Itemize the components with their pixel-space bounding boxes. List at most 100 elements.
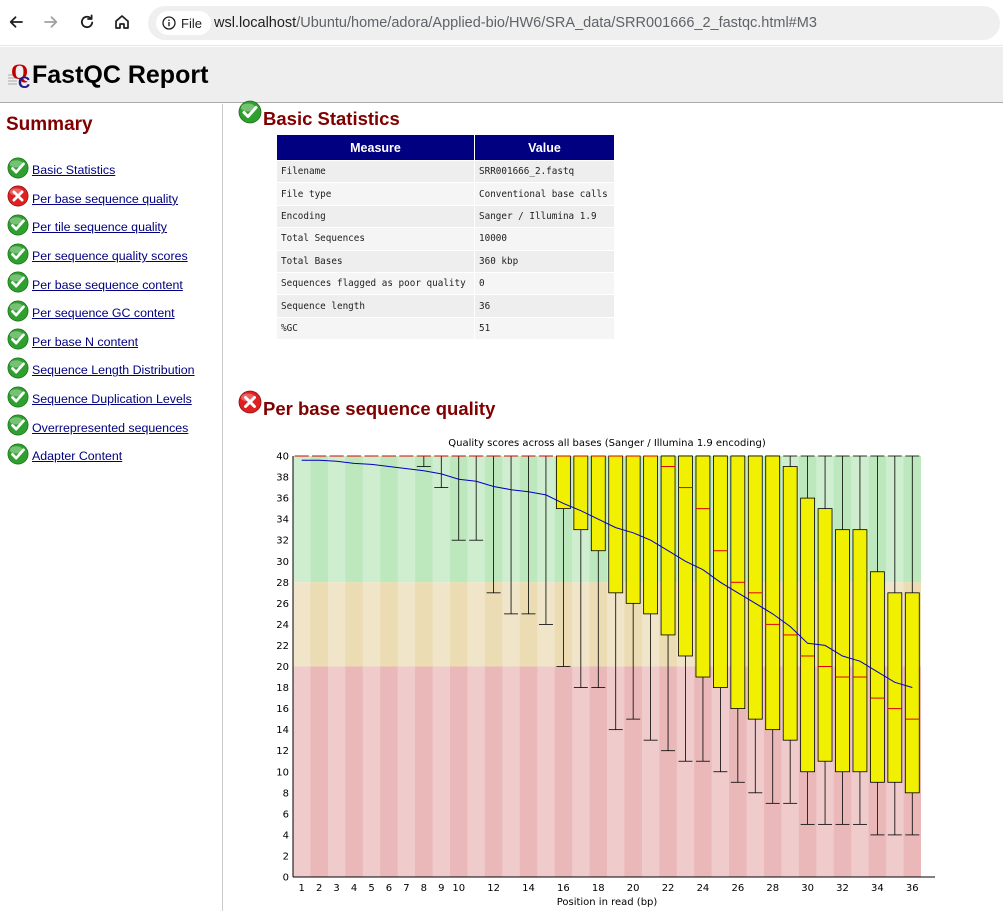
y-tick-label: 18 — [276, 683, 289, 694]
table-row: Sequences flagged as poor quality 0 — [276, 271, 615, 296]
url-host: wsl.localhost — [214, 15, 297, 31]
x-axis-label: Position in read (bp) — [557, 897, 658, 908]
address-bar[interactable]: File wsl.localhost/Ubuntu/home/adora/App… — [148, 6, 1000, 40]
summary-item-per-tile-sequence-quality[interactable]: Per tile sequence quality — [0, 213, 195, 242]
arrow-right-icon — [44, 16, 58, 28]
x-tick-label: 26 — [731, 883, 744, 894]
summary-link[interactable]: Per base sequence content — [32, 278, 183, 292]
y-tick-label: 22 — [276, 641, 289, 652]
summary-link[interactable]: Per tile sequence quality — [32, 220, 167, 234]
summary-link[interactable]: Sequence Duplication Levels — [32, 392, 192, 406]
iqr-box — [573, 455, 589, 531]
y-tick-label: 34 — [276, 515, 289, 526]
y-tick-label: 36 — [276, 494, 289, 505]
summary-item-per-base-n-content[interactable]: Per base N content — [0, 328, 195, 357]
iqr-box — [747, 455, 763, 720]
url-text[interactable]: wsl.localhost/Ubuntu/home/adora/Applied-… — [214, 15, 817, 31]
iqr-box — [590, 455, 606, 552]
x-tick-label: 20 — [627, 883, 640, 894]
column-stripe — [327, 456, 346, 877]
summary-item-per-base-sequence-content[interactable]: Per base sequence content — [0, 270, 195, 299]
x-tick-label: 12 — [487, 883, 500, 894]
y-tick-label: 30 — [276, 557, 289, 568]
url-path: /Ubuntu/home/adora/Applied-bio/HW6/SRA_d… — [296, 15, 817, 31]
table-row: Filename SRR001666_2.fastq — [276, 159, 615, 184]
y-tick-label: 24 — [276, 620, 289, 631]
iqr-box — [887, 592, 903, 783]
y-tick-label: 28 — [276, 578, 289, 589]
back-button[interactable] — [4, 10, 28, 34]
x-tick-label: 4 — [351, 883, 357, 894]
summary-item-sequence-length-distribution[interactable]: Sequence Length Distribution — [0, 356, 195, 385]
forward-button[interactable] — [39, 10, 63, 34]
x-tick-label: 6 — [386, 883, 392, 894]
summary-item-per-sequence-quality-scores[interactable]: Per sequence quality scores — [0, 242, 195, 271]
summary-link[interactable]: Per sequence quality scores — [32, 249, 188, 263]
stat-value: 36 — [474, 294, 615, 318]
summary-item-sequence-duplication-levels[interactable]: Sequence Duplication Levels — [0, 385, 195, 414]
summary-link[interactable]: Per sequence GC content — [32, 306, 175, 320]
check-icon — [7, 300, 29, 322]
main-content: Basic Statistics Measure Value Filename S… — [224, 100, 1003, 911]
summary-link[interactable]: Overrepresented sequences — [32, 421, 188, 435]
x-tick-label: 5 — [368, 883, 374, 894]
y-tick-label: 6 — [283, 809, 289, 820]
stat-measure: Sequences flagged as poor quality — [276, 271, 475, 296]
basic-statistics-heading: Basic Statistics — [263, 108, 400, 129]
check-icon — [238, 100, 262, 123]
report-title: FastQC Report — [32, 61, 209, 89]
pass-icon — [7, 357, 29, 384]
check-icon — [7, 328, 29, 350]
x-tick-label: 22 — [662, 883, 675, 894]
summary-link[interactable]: Per base sequence quality — [32, 192, 178, 206]
per-base-quality-header: Per base sequence quality — [238, 390, 495, 420]
stat-measure: Filename — [276, 159, 475, 184]
chart-title: Quality scores across all bases (Sanger … — [448, 438, 766, 449]
iqr-box — [660, 455, 676, 636]
summary-item-basic-statistics[interactable]: Basic Statistics — [0, 156, 195, 185]
x-tick-label: 14 — [522, 883, 535, 894]
check-icon — [7, 214, 29, 236]
stat-measure: Total Sequences — [276, 227, 475, 251]
reload-button[interactable] — [75, 10, 99, 34]
arrow-left-icon — [9, 16, 23, 28]
summary-link[interactable]: Basic Statistics — [32, 163, 115, 177]
column-stripe — [432, 456, 450, 877]
summary-link[interactable]: Per base N content — [32, 335, 138, 349]
stat-measure: %GC — [276, 316, 475, 341]
reload-icon — [81, 14, 94, 29]
pass-icon — [238, 100, 262, 129]
site-info-chip[interactable]: File — [156, 11, 211, 35]
summary-item-per-base-sequence-quality[interactable]: Per base sequence quality — [0, 185, 195, 214]
table-header-row: Measure Value — [276, 134, 615, 161]
iqr-box — [695, 455, 711, 678]
summary-link[interactable]: Sequence Length Distribution — [32, 363, 195, 377]
summary-item-adapter-content[interactable]: Adapter Content — [0, 442, 195, 471]
check-icon — [7, 243, 29, 265]
stat-measure: Total Bases — [276, 249, 475, 273]
basic-statistics-header: Basic Statistics — [238, 100, 400, 130]
svg-text:C: C — [18, 73, 30, 91]
pass-icon — [7, 157, 29, 184]
stat-value: Conventional base calls — [474, 182, 615, 206]
module-list: Basic Statistics Per base sequence qualit… — [0, 156, 195, 471]
summary-link[interactable]: Adapter Content — [32, 449, 122, 463]
basic-statistics-table: Measure Value Filename SRR001666_2.fastq F… — [276, 134, 615, 341]
stat-measure: Sequence length — [276, 294, 475, 318]
column-header-value: Value — [474, 134, 615, 161]
table-row: Total Sequences 10000 — [276, 227, 615, 251]
check-icon — [7, 157, 29, 179]
summary-heading: Summary — [6, 114, 93, 135]
iqr-box — [765, 455, 781, 731]
y-tick-label: 40 — [276, 452, 289, 463]
pass-icon — [7, 300, 29, 327]
home-icon — [115, 15, 129, 29]
pass-icon — [7, 271, 29, 298]
summary-item-per-sequence-gc-content[interactable]: Per sequence GC content — [0, 299, 195, 328]
iqr-box — [678, 455, 693, 657]
fail-icon — [7, 185, 29, 212]
summary-item-overrepresented-sequences[interactable]: Overrepresented sequences — [0, 413, 195, 442]
home-button[interactable] — [110, 10, 134, 34]
y-tick-label: 8 — [283, 788, 289, 799]
y-tick-label: 32 — [276, 536, 289, 547]
